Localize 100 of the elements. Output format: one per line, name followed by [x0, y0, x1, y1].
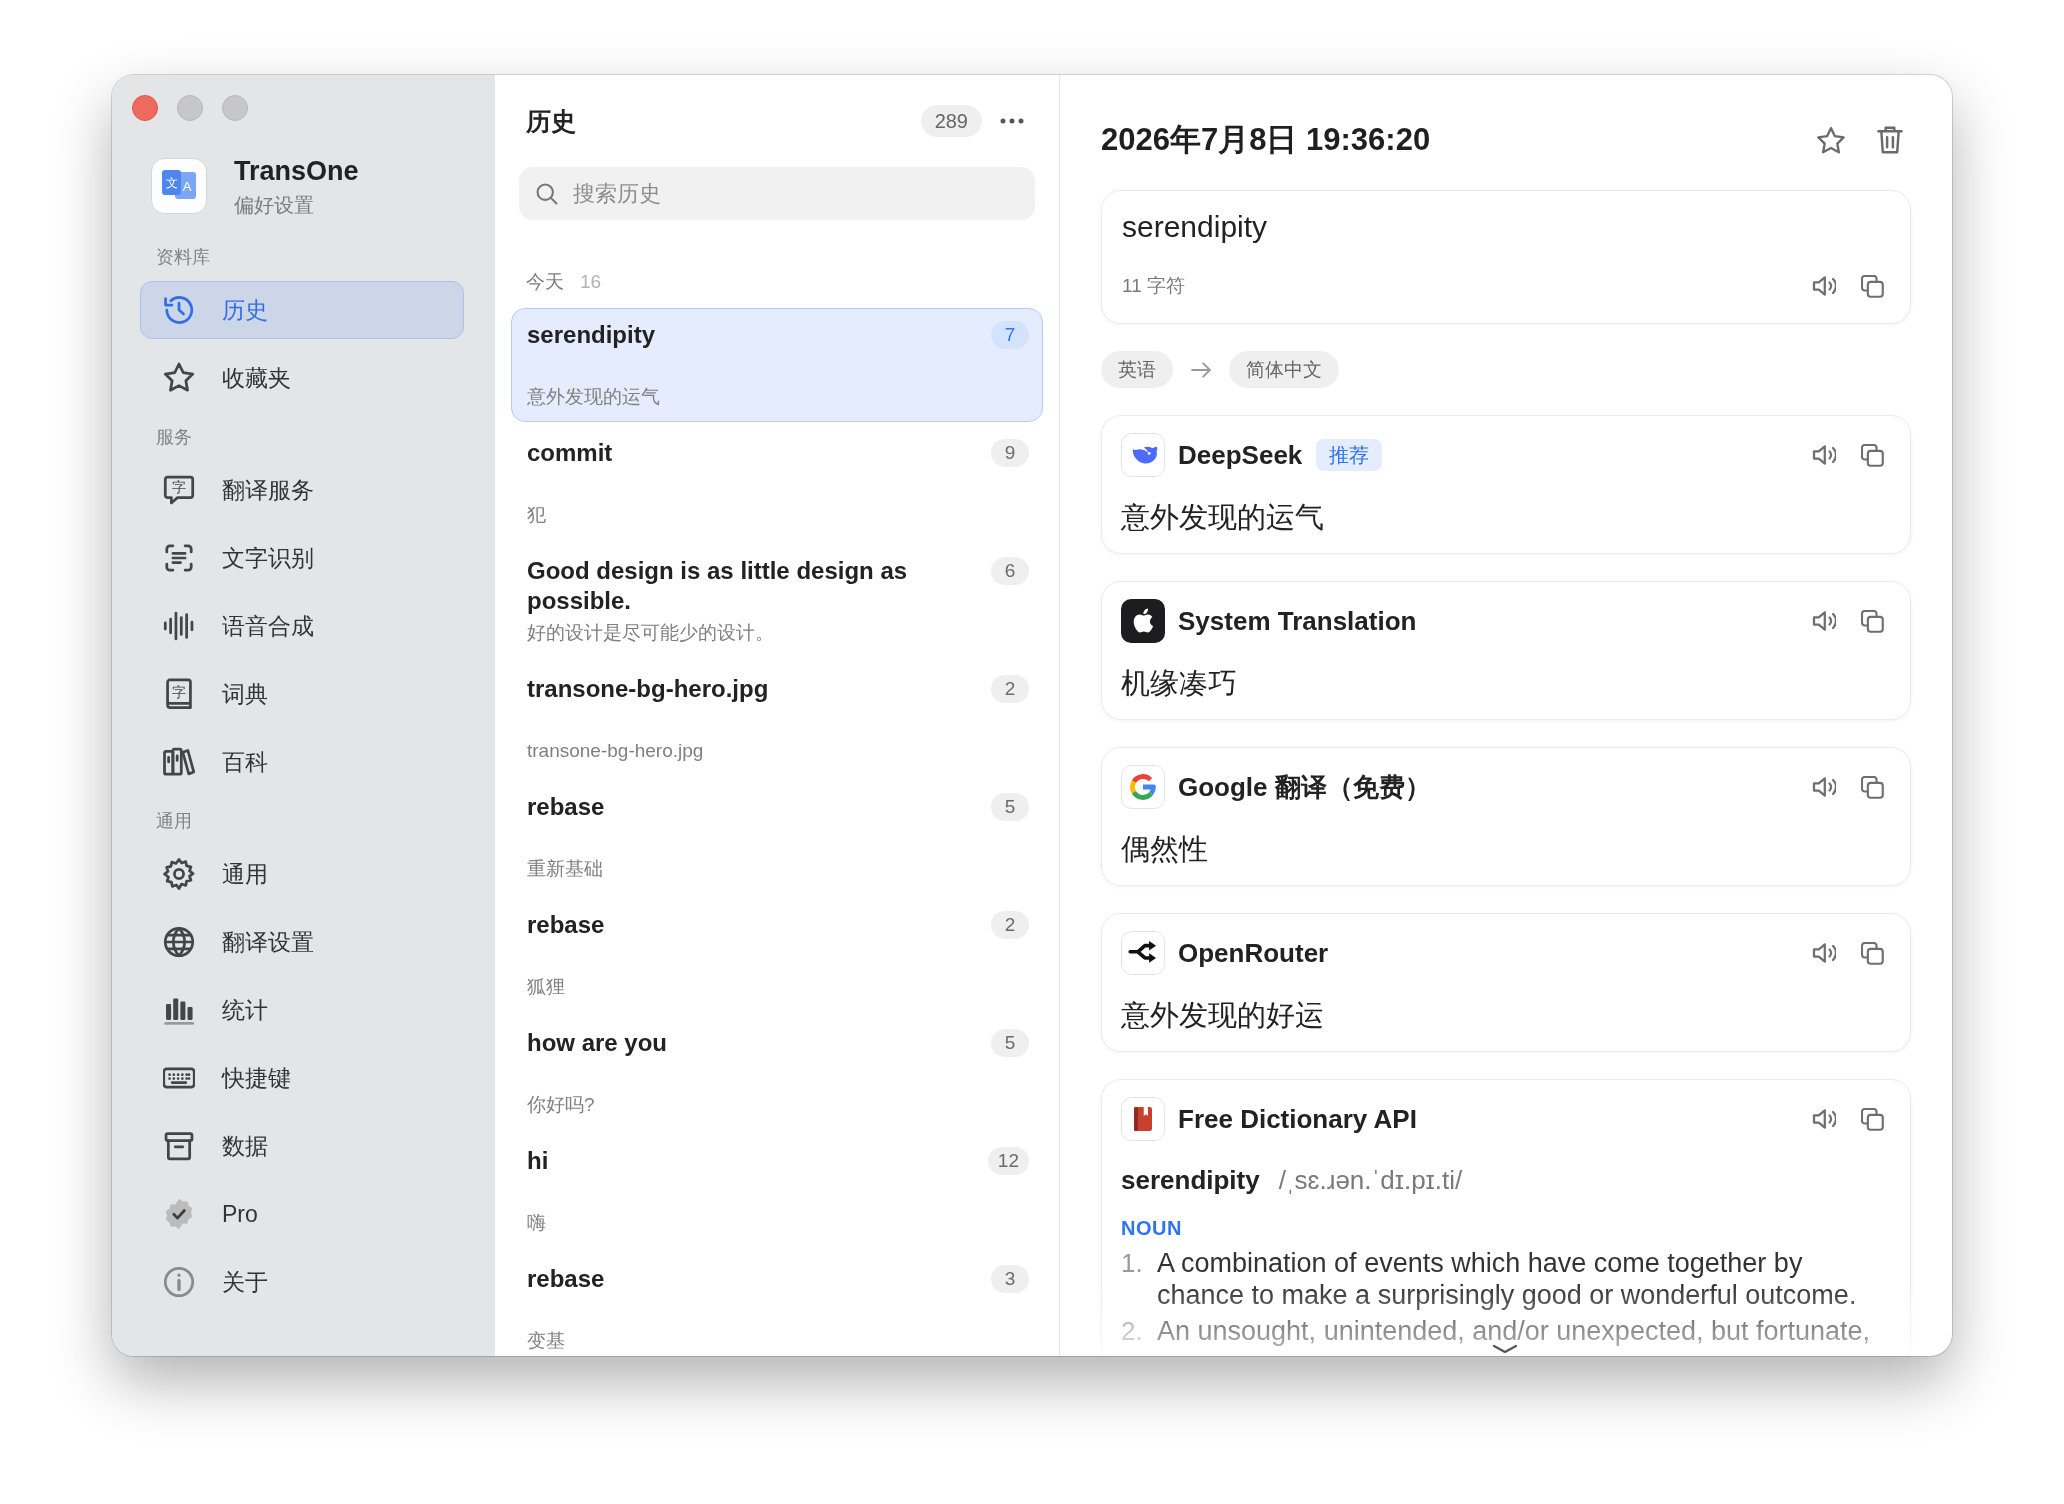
- entry-title: Good design is as little design as possible.: [527, 557, 908, 614]
- star-icon: [163, 362, 195, 394]
- sidebar-item[interactable]: 关于: [140, 1253, 464, 1311]
- count-badge: 12: [987, 1147, 1029, 1175]
- count-badge: 2: [991, 675, 1029, 703]
- close-button[interactable]: [132, 95, 158, 121]
- source-text: serendipity: [1122, 209, 1268, 245]
- service-name: System Translation: [1178, 605, 1417, 638]
- copy-icon[interactable]: [1861, 443, 1884, 467]
- app-name: TransOne: [234, 155, 359, 188]
- sidebar-item[interactable]: 快捷键: [140, 1049, 464, 1107]
- sidebar-item[interactable]: Pro: [140, 1185, 464, 1243]
- history-entry[interactable]: commit 9 犯: [511, 426, 1043, 540]
- info-icon: [163, 1266, 195, 1298]
- entry-translation: 重新基础: [527, 857, 603, 881]
- trash-icon[interactable]: [1877, 126, 1903, 154]
- count-badge: 7: [991, 321, 1029, 349]
- entry-title: transone-bg-hero.jpg: [527, 675, 769, 702]
- speaker-icon[interactable]: [1812, 610, 1836, 632]
- copy-icon[interactable]: [1861, 1107, 1884, 1131]
- book-icon: [1121, 1097, 1165, 1141]
- translation-text: 意外发现的运气: [1121, 500, 1324, 535]
- chevron-down-icon[interactable]: [1492, 1344, 1518, 1354]
- sidebar-item[interactable]: 通用: [140, 845, 464, 903]
- text-scan-icon: [163, 542, 195, 574]
- count-badge: 5: [991, 793, 1029, 821]
- sidebar-item[interactable]: 字 词典: [140, 665, 464, 723]
- sidebar-item[interactable]: 字 翻译服务: [140, 461, 464, 519]
- copy-icon[interactable]: [1861, 941, 1884, 965]
- section-label: 通用: [156, 810, 192, 833]
- more-icon[interactable]: [1000, 118, 1024, 124]
- speaker-icon[interactable]: [1812, 275, 1836, 297]
- sidebar-item[interactable]: 统计: [140, 981, 464, 1039]
- settings-icon: [163, 858, 195, 890]
- history-entry[interactable]: hi 12 嗨: [511, 1134, 1043, 1248]
- search-icon: [536, 182, 558, 205]
- speaker-icon[interactable]: [1812, 776, 1836, 798]
- entry-title: rebase: [527, 793, 605, 820]
- service-name: Google 翻译（免费）: [1178, 771, 1431, 804]
- definition-number: 2.: [1121, 1316, 1143, 1346]
- timestamp-title: 2026年7月8日 19:36:20: [1101, 121, 1431, 159]
- history-entry[interactable]: transone-bg-hero.jpg 2 transone-bg-hero.jpg: [511, 662, 1043, 776]
- target-language-button[interactable]: 简体中文: [1229, 351, 1339, 388]
- entry-translation: transone-bg-hero.jpg: [527, 739, 704, 763]
- panel-title: 历史: [526, 106, 576, 137]
- history-entry[interactable]: rebase 3 变基: [511, 1252, 1043, 1356]
- section-label: 服务: [156, 426, 192, 449]
- count-badge: 3: [991, 1265, 1029, 1293]
- check-badge-icon: [163, 1198, 195, 1230]
- definition-text: An unsought, unintended, and/or unexpected, but fortunate,: [1157, 1316, 1871, 1346]
- sidebar-item[interactable]: 翻译设置: [140, 913, 464, 971]
- g-logo-icon: [1121, 765, 1165, 809]
- speaker-icon[interactable]: [1812, 1108, 1836, 1130]
- search-field[interactable]: 搜索历史: [519, 167, 1035, 220]
- character-count: 11 字符: [1122, 274, 1185, 298]
- history-entry[interactable]: rebase 5 重新基础: [511, 780, 1043, 894]
- star-icon[interactable]: [1817, 126, 1845, 154]
- branching-arrows-icon: [1121, 931, 1165, 975]
- entry-title: rebase: [527, 911, 605, 938]
- entry-title: hi: [527, 1147, 549, 1174]
- speaker-icon[interactable]: [1812, 444, 1836, 466]
- group-count: 16: [580, 270, 602, 294]
- phonetic-text: /ˌsɛ.ɹən.ˈdɪ.pɪ.ti/: [1278, 1164, 1463, 1197]
- count-badge: 5: [991, 1029, 1029, 1057]
- copy-icon[interactable]: [1861, 274, 1884, 298]
- books-icon: [163, 746, 195, 778]
- source-language-button[interactable]: 英语: [1101, 351, 1173, 388]
- sidebar-item[interactable]: 收藏夹: [140, 349, 464, 407]
- sidebar-item[interactable]: 百科: [140, 733, 464, 791]
- service-name: DeepSeek: [1178, 439, 1303, 472]
- copy-icon[interactable]: [1861, 609, 1884, 633]
- service-name: Free Dictionary API: [1178, 1103, 1417, 1136]
- headword: serendipity: [1121, 1164, 1260, 1197]
- entry-title: rebase: [527, 1265, 605, 1292]
- count-badge: 289: [920, 105, 982, 137]
- arrow-right-icon: [1191, 361, 1211, 378]
- group-label: 今天: [526, 270, 564, 294]
- sidebar-item[interactable]: 文字识别: [140, 529, 464, 587]
- history-entry[interactable]: how are you 5 你好吗?: [511, 1016, 1043, 1130]
- translation-text: 偶然性: [1121, 832, 1208, 867]
- sidebar-item[interactable]: 语音合成: [140, 597, 464, 655]
- translation-text: 意外发现的好运: [1121, 998, 1324, 1033]
- history-entry[interactable]: serendipity 7 意外发现的运气: [511, 308, 1043, 422]
- entry-translation: 嗨: [527, 1211, 546, 1235]
- waveform-icon: [163, 610, 195, 642]
- entry-translation: 意外发现的运气: [527, 385, 660, 409]
- apple-icon: [1121, 599, 1165, 643]
- history-entry[interactable]: rebase 2 狐狸: [511, 898, 1043, 1012]
- copy-icon[interactable]: [1861, 775, 1884, 799]
- whale-icon: [1121, 433, 1165, 477]
- recommended-badge: 推荐: [1316, 439, 1383, 471]
- globe-icon: [163, 926, 195, 958]
- speaker-icon[interactable]: [1812, 942, 1836, 964]
- archive-box-icon: [163, 1130, 195, 1162]
- sidebar-item[interactable]: 数据: [140, 1117, 464, 1175]
- section-label: 资料库: [156, 246, 210, 269]
- history-entry[interactable]: Good design is as little design as possible. 6 好的设计是尽可能少的设计。: [511, 544, 1043, 658]
- count-badge: 9: [991, 439, 1029, 467]
- entry-title: how are you: [527, 1029, 668, 1056]
- entry-translation: 好的设计是尽可能少的设计。: [527, 621, 774, 645]
